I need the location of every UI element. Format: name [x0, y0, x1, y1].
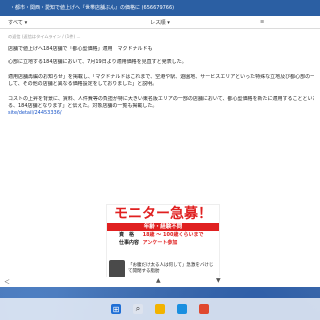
app-icon[interactable] — [199, 304, 209, 314]
ad-headline: モニター急募！ — [107, 205, 219, 223]
advertisement-banner[interactable]: モニター急募！ 年齢・経験不問 資 格 18歳 ～ 100歳くらいまで 仕事内容… — [106, 204, 220, 278]
article-paragraph: る、184店舗となります」と伝えた。対象店舗の一覧も掲載した。 — [8, 103, 158, 109]
browser-icon[interactable] — [177, 304, 187, 314]
start-icon[interactable]: ⊞ — [111, 304, 121, 314]
article-meta: の返信 (返信はタイムライン / (1件) ... — [8, 34, 81, 39]
article-headline: 店舗で値上げへ184店舗で「都心型価格」適用 マクドナルドも — [8, 46, 153, 52]
ad-thumbnail — [109, 260, 125, 278]
menu-icon[interactable]: ≡ — [260, 19, 264, 25]
article-paragraph: して、その他の店舗と異なる価格設定をしておりました」と説明。 — [8, 81, 158, 87]
ad-row-value: アンケート参加 — [142, 240, 178, 246]
search-icon[interactable]: ⌕ — [133, 304, 143, 314]
taskbar: ⊞ ⌕ — [0, 298, 320, 320]
ad-row-key: 仕事内容 — [119, 240, 140, 246]
files-icon[interactable] — [155, 304, 165, 314]
ad-band: 年齢・経験不問 — [107, 223, 219, 231]
scroll-down-icon[interactable]: ▼ — [216, 277, 221, 284]
article-paragraph: コストの上昇を背景に、賃料、人件費等の負担が特に大きい東名阪エリアの一部の店舗に… — [8, 96, 314, 102]
back-icon[interactable]: ＜ — [4, 277, 10, 286]
ad-row: 仕事内容 アンケート参加 — [107, 239, 219, 247]
browser-window: ・都市・関西・愛知で値上げへ『世帯店舗ぶん』の価格に (656679766) す… — [0, 0, 320, 278]
article-body: の返信 (返信はタイムライン / (1件) ... 店舗で値上げへ184店舗で「… — [0, 33, 320, 117]
ad-row: 資 格 18歳 ～ 100歳くらいまで — [107, 231, 219, 239]
thread-title-bar: ・都市・関西・愛知で値上げへ『世帯店舗ぶん』の価格に (656679766) — [0, 0, 320, 16]
ad-footer: 「お腹だけ太る人は何して」急激をバけじて開閉する脂肪 — [107, 259, 219, 278]
ad-caption: 「お腹だけ太る人は何して」急激をバけじて開閉する脂肪 — [128, 263, 214, 274]
sort-dropdown[interactable]: レス順 ▾ — [150, 19, 170, 26]
thread-toolbar: すべて ▾ レス順 ▾ ≡ — [0, 16, 320, 29]
filter-dropdown[interactable]: すべて ▾ — [8, 19, 27, 26]
article-link[interactable]: site/detail/24453336/ — [8, 110, 314, 117]
article-paragraph: 心部に立地する184店舗において、7月19日より適用価格を見直すと発表した。 — [8, 59, 187, 65]
scroll-up-icon[interactable]: ▲ — [156, 277, 161, 284]
ad-row-value: 18歳 ～ 100歳くらいまで — [142, 232, 204, 238]
article-paragraph: 適用店舗再編のお知らせ」を掲載し、「マクドナルドはこれまで、空港や駅、遊園地、サ… — [8, 74, 314, 80]
ad-row-key: 資 格 — [119, 232, 135, 238]
page-nav-bar: ＜ ▲ ▼ — [0, 277, 320, 287]
